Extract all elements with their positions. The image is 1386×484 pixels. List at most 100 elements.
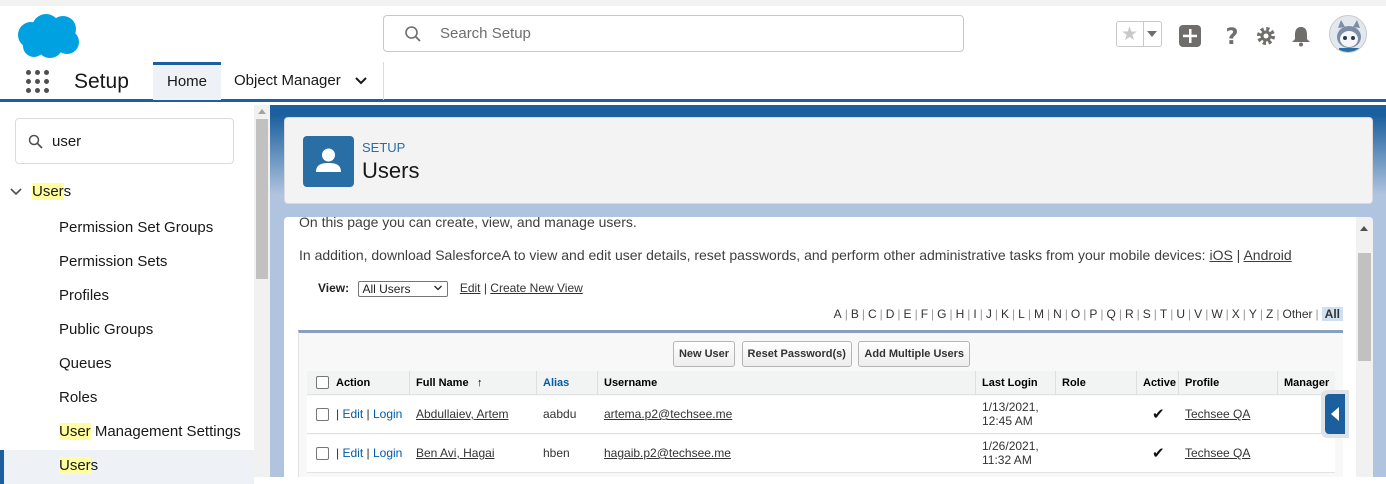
sidebar-item-label: Permission Sets (59, 253, 168, 270)
tab-object-manager[interactable]: Object Manager (222, 62, 384, 100)
notifications-bell-icon[interactable] (1290, 25, 1312, 47)
profile-link[interactable]: Techsee QA (1185, 446, 1250, 460)
alphabet-letter-w[interactable]: W (1211, 307, 1222, 321)
sidebar-item-label: Permission Set Groups (59, 219, 214, 236)
sidebar-item-permission-sets[interactable]: Permission Sets (59, 253, 167, 270)
alphabet-letter-j[interactable]: J (986, 307, 992, 321)
alphabet-letter-p[interactable]: P (1089, 307, 1097, 321)
column-header-full-name[interactable]: Full Name (416, 377, 469, 389)
sidebar-item-queues[interactable]: Queues (59, 355, 112, 372)
alphabet-letter-f[interactable]: F (921, 307, 928, 321)
alphabet-letter-n[interactable]: N (1053, 307, 1062, 321)
alphabet-letter-k[interactable]: K (1001, 307, 1009, 321)
reset-password-button[interactable]: Reset Password(s) (741, 341, 852, 367)
alphabet-letter-other[interactable]: Other (1283, 307, 1313, 321)
collapse-panel-arrow-icon[interactable] (1325, 394, 1345, 434)
global-search-input[interactable]: Search Setup (383, 15, 964, 52)
edit-link[interactable]: Edit (342, 446, 363, 460)
alphabet-letter-l[interactable]: L (1018, 307, 1025, 321)
scroll-up-arrow-icon[interactable] (258, 109, 266, 114)
login-link[interactable]: Login (373, 446, 402, 460)
login-link[interactable]: Login (373, 407, 402, 421)
sidebar-item-label: Profiles (59, 287, 110, 304)
favorites-button[interactable]: ★ (1116, 21, 1162, 47)
chevron-down-icon[interactable] (1147, 31, 1157, 37)
sidebar-item-permission-set-groups[interactable]: Permission Set Groups (59, 219, 213, 236)
user-avatar[interactable] (1329, 15, 1367, 53)
sidebar-item-user-management-settings[interactable]: User Management Settings (59, 423, 241, 440)
edit-view-link[interactable]: Edit (460, 281, 481, 295)
column-header-profile[interactable]: Profile (1185, 377, 1219, 389)
edit-link[interactable]: Edit (342, 407, 363, 421)
app-launcher-icon[interactable] (26, 70, 50, 94)
sidebar-item-label: Public Groups (59, 321, 154, 338)
scroll-up-arrow-icon[interactable] (1360, 226, 1368, 231)
tab-home[interactable]: Home (153, 62, 221, 100)
new-user-button[interactable]: New User (672, 341, 736, 367)
salesforcea-description: In addition, download SalesforceA to vie… (299, 247, 1210, 263)
select-all-checkbox[interactable] (316, 376, 329, 389)
scrollbar-thumb[interactable] (256, 119, 268, 279)
alphabet-letter-x[interactable]: X (1232, 307, 1240, 321)
row-checkbox[interactable] (316, 408, 329, 421)
alphabet-letter-y[interactable]: Y (1249, 307, 1257, 321)
alphabet-letter-d[interactable]: D (886, 307, 895, 321)
quick-find-input[interactable]: user (15, 118, 234, 164)
content-scrollbar[interactable] (1356, 217, 1373, 477)
alphabet-letter-z[interactable]: Z (1266, 307, 1273, 321)
scrollbar-thumb[interactable] (1358, 253, 1371, 361)
view-select[interactable]: All Users (358, 281, 449, 297)
full-name-link[interactable]: Abdullaiev, Artem (416, 407, 509, 421)
alphabet-letter-t[interactable]: T (1160, 307, 1167, 321)
chevron-down-icon[interactable] (10, 188, 22, 196)
add-icon[interactable] (1179, 25, 1201, 47)
alphabet-letter-q[interactable]: Q (1107, 307, 1116, 321)
alphabet-letter-h[interactable]: H (956, 307, 965, 321)
alphabet-letter-u[interactable]: U (1176, 307, 1185, 321)
column-header-alias[interactable]: Alias (543, 377, 569, 389)
alphabet-letter-c[interactable]: C (868, 307, 877, 321)
alphabet-letter-a[interactable]: A (834, 307, 842, 321)
add-multiple-users-button[interactable]: Add Multiple Users (858, 341, 971, 367)
column-header-username[interactable]: Username (604, 377, 657, 389)
sidebar-item-profiles[interactable]: Profiles (59, 287, 109, 304)
main-area: SETUP Users On this page you can create,… (270, 105, 1386, 477)
profile-link[interactable]: Techsee QA (1185, 407, 1250, 421)
sidebar-item-users[interactable]: Users (59, 457, 98, 474)
alphabet-letter-v[interactable]: V (1194, 307, 1202, 321)
sort-ascending-icon[interactable]: ↑ (477, 377, 483, 389)
column-header-role[interactable]: Role (1062, 377, 1086, 389)
salesforce-logo[interactable] (16, 13, 80, 59)
sidebar-item-roles[interactable]: Roles (59, 389, 97, 406)
gear-icon[interactable] (1255, 25, 1277, 47)
alphabet-letter-o[interactable]: O (1071, 307, 1080, 321)
full-name-link[interactable]: Ben Avi, Hagai (416, 446, 495, 460)
alphabet-separator: | (1136, 307, 1140, 321)
column-header-active[interactable]: Active (1143, 377, 1176, 389)
sidebar-scrollbar[interactable] (254, 105, 270, 477)
alias-cell: aabdu (543, 407, 577, 421)
alphabet-letter-e[interactable]: E (904, 307, 912, 321)
username-link[interactable]: artema.p2@techsee.me (604, 407, 732, 421)
alphabet-letter-m[interactable]: M (1034, 307, 1044, 321)
help-icon[interactable]: ? (1221, 25, 1243, 47)
ios-link[interactable]: iOS (1209, 247, 1232, 263)
chevron-down-icon[interactable] (355, 77, 367, 85)
sidebar-item-public-groups[interactable]: Public Groups (59, 321, 153, 338)
alphabet-letter-all[interactable]: All (1321, 307, 1343, 321)
column-header-manager[interactable]: Manager (1284, 377, 1329, 389)
create-new-view-link[interactable]: Create New View (490, 281, 582, 295)
global-header: Search Setup ★ ? (0, 0, 1386, 62)
alphabet-letter-g[interactable]: G (937, 307, 946, 321)
username-link[interactable]: hagaib.p2@techsee.me (604, 446, 731, 460)
alphabet-separator: | (1027, 307, 1031, 321)
alphabet-letter-s[interactable]: S (1143, 307, 1151, 321)
alphabet-letter-b[interactable]: B (851, 307, 859, 321)
alphabet-letter-r[interactable]: R (1125, 307, 1134, 321)
column-header-last-login[interactable]: Last Login (982, 377, 1038, 389)
alphabet-letter-i[interactable]: I (973, 307, 976, 321)
android-link[interactable]: Android (1243, 247, 1291, 263)
row-checkbox[interactable] (316, 447, 329, 460)
tree-node-users[interactable]: Users (10, 183, 71, 200)
page-header: SETUP Users (284, 117, 1373, 204)
